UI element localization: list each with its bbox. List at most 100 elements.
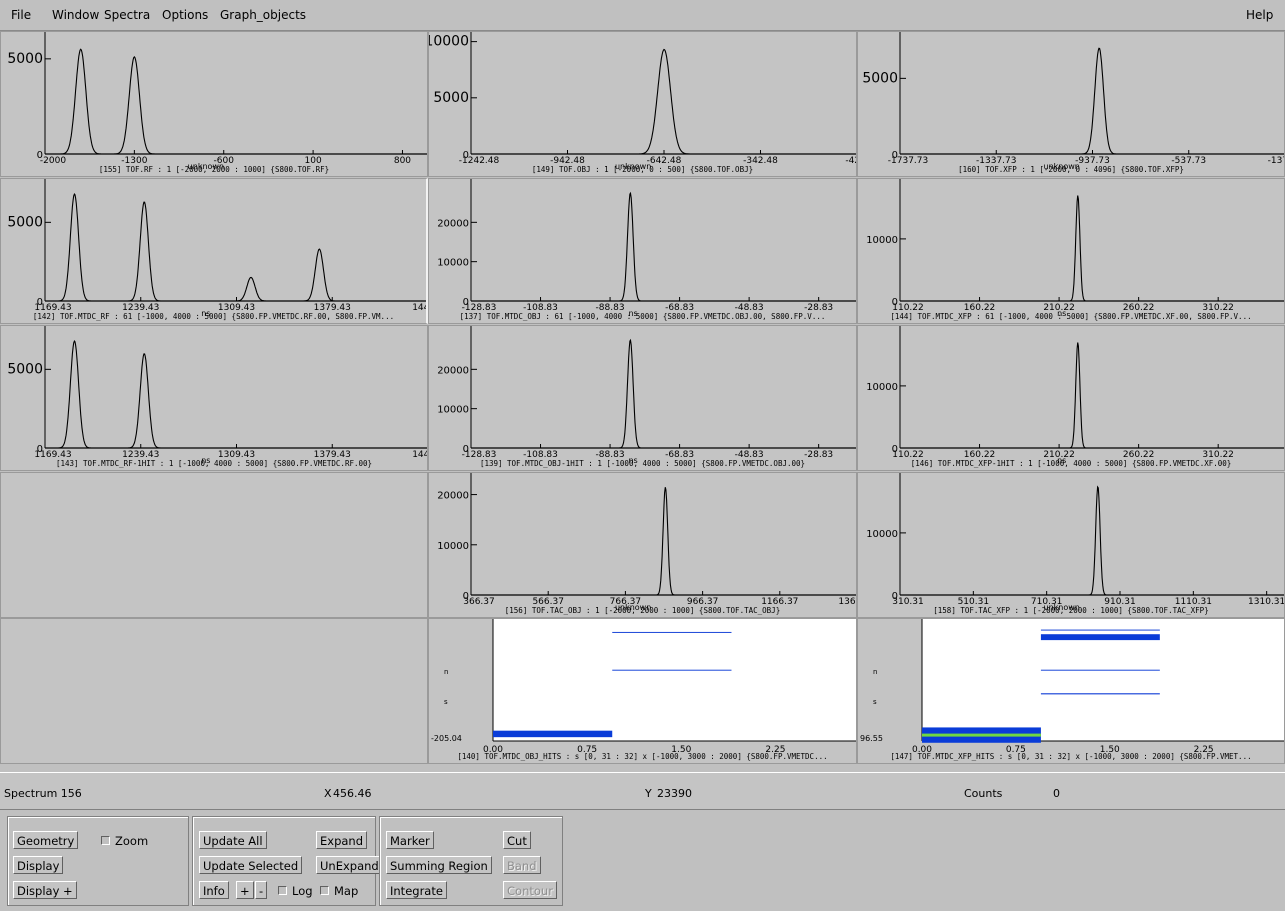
info-button[interactable]: Info [199,881,229,899]
spectrum-pane-p155[interactable]: 0 5000 -2000 -1300 -600 100 800 unknown [155] TO… [0,31,428,177]
geometry-button[interactable]: Geometry [13,831,79,849]
spectrum-plot: 010000310.31 510.31 710.31 910.31 1110.31 131… [866,473,1284,612]
y-axis-label: n [873,668,877,676]
contour-button[interactable]: Contour [503,881,557,899]
hits-band [1040,629,1160,631]
spectrum-caption: [149] TOF.OBJ : 1 [-2000, 0 : 500] {S800… [531,165,754,174]
spectrum-pane-p147[interactable]: n s 96.55 0.00 0.75 1.50 2.25 [147] TOF.MTDC_XF… [857,618,1285,764]
x-value: 456.46 [333,787,372,800]
spectrum-plot: 050001169.431239.431309.431379.431449.4n… [7,326,427,465]
y-tick-label: 5000 [7,361,43,377]
hits-band [1040,669,1160,671]
y-tick-label: 10000 [866,382,898,393]
y-tick-label: 10000 [437,541,469,552]
display-plus-button[interactable]: Display + [13,881,77,899]
spectrum-caption: [146] TOF.MTDC_XFP-1HIT : 1 [-1000, 4000… [910,459,1232,468]
region-controls: Marker Cut Summing Region Band Integrate… [379,816,563,906]
update-selected-button[interactable]: Update Selected [199,856,303,874]
menu-window[interactable]: Window [52,8,99,22]
spectrum-number: Spectrum 156 [4,787,82,800]
y-tick-label: 5000 [7,51,43,67]
spectrum-caption: [156] TOF.TAC_OBJ : 1 [-2000, 2000 : 100… [504,606,781,615]
spectrum-pane-p139[interactable]: 0 10000 20000 -128.83 -108.83 -88.83 -68.83 -48… [428,325,857,471]
spectrum-pane-p146[interactable]: 0 10000 110.22 160.22 210.22 260.22 310.22 ns [1… [857,325,1285,471]
spectrum-pane-p143[interactable]: 050001169.431239.431309.431379.431449.4n… [0,325,428,471]
spectrum-pane-pEmpty2[interactable] [0,618,428,764]
spectrum-trace [45,193,426,302]
display-controls: Geometry Zoom Display Display + [7,816,189,906]
increase-button[interactable]: + [236,881,254,899]
spectrum-plot: 010000110.22 160.22 210.22 260.22 310.22ns [866,179,1284,318]
spectrum-caption: [144] TOF.MTDC_XFP : 61 [-1000, 4000 : 5… [890,312,1252,321]
hits-band [612,631,732,633]
spectrum-plot: 01000020000-128.83 -108.83 -88.83 -68.83 -48… [437,326,856,465]
counts-label: Counts [964,787,1003,800]
log-checkbox[interactable]: Log [278,884,313,898]
update-controls: Update All Expand Update Selected UnExpa… [192,816,383,906]
status-bar: Spectrum 156 X 456.46 Y 23390 Counts 0 [0,772,1285,810]
expand-button[interactable]: Expand [316,831,368,849]
spectrum-plot: 05000-2000 -1300 -600 100 800unknown [7,32,427,171]
y-axis-min: -205.04 [431,734,462,743]
unexpand-button[interactable]: UnExpand [316,856,383,874]
spectrum-trace [471,338,856,449]
y-tick-label: 10000 [429,34,469,50]
spectrum-pane-p137[interactable]: 0 10000 20000 -128.83 -108.83 -88.83 -68.83 -48… [428,178,857,324]
spectrum-trace [900,195,1284,302]
cut-button[interactable]: Cut [503,831,531,849]
spectrum-trace [900,47,1284,155]
spectrum-plot: 010000110.22 160.22 210.22 260.22 310.22ns [866,326,1284,465]
y-axis-label: s [444,698,448,706]
y-axis-label: n [444,668,448,676]
spectrum-caption: [137] TOF.MTDC_OBJ : 61 [-1000, 4000 : 5… [459,312,826,321]
marker-button[interactable]: Marker [386,831,434,849]
zoom-checkbox[interactable]: Zoom [101,834,148,848]
y-tick-label: 5000 [862,70,898,86]
log-checkbox-box [278,886,287,895]
spectrum-trace [900,485,1284,596]
menu-help[interactable]: Help [1246,8,1273,22]
spectrum-pane-p156[interactable]: 0 10000 20000 366.37 566.37 766.37 966.37 1166.… [428,472,857,618]
band-button[interactable]: Band [503,856,541,874]
y-label: Y [645,787,652,800]
spectrum-pane-p140[interactable]: n s -205.04 0.00 0.75 1.50 2.25 [140] TOF.MTDC_… [428,618,857,764]
spectrum-trace [45,340,427,449]
spectrum-pane-p158[interactable]: 0 10000 310.31 510.31 710.31 910.31 1110.31 131… [857,472,1285,618]
decrease-button[interactable]: - [255,881,268,899]
hits-band [493,730,613,738]
spectrum-trace [900,342,1284,449]
y-tick-label: 10000 [866,235,898,246]
spectrum-trace [471,487,856,596]
spectrum-trace [45,48,427,155]
menu-graph-objects[interactable]: Graph_objects [220,8,306,22]
spectrum-grid: 0 5000 -2000 -1300 -600 100 800 unknown [155] TO… [0,31,1285,764]
y-tick-label: 10000 [866,529,898,540]
counts-value: 0 [1053,787,1060,800]
spectrum-pane-p160[interactable]: 05000-1737.73-1337.73-937.73-537.73-137.… [857,31,1285,177]
y-axis-min: 96.55 [860,734,883,743]
menu-options[interactable]: Options [162,8,208,22]
spectrum-plot: 01000020000-128.83 -108.83 -88.83 -68.83 -48… [437,179,856,318]
integrate-button[interactable]: Integrate [386,881,447,899]
map-checkbox[interactable]: Map [320,884,358,898]
y-tick-label: 20000 [437,491,469,502]
zoom-checkbox-box [101,836,110,845]
spectrum-plot: 0500010000-1242.48-942.48-642.48-342.48-… [429,32,856,171]
summing-region-button[interactable]: Summing Region [386,856,492,874]
update-all-button[interactable]: Update All [199,831,267,849]
display-button[interactable]: Display [13,856,64,874]
spectrum-caption: [139] TOF.MTDC_OBJ-1HIT : 1 [-1000, 4000… [479,459,806,468]
y-tick-label: 5000 [433,90,469,106]
spectrum-pane-pEmpty1[interactable] [0,472,428,618]
spectrum-pane-p144[interactable]: 0 10000 110.22 160.22 210.22 260.22 310.22 ns [1… [857,178,1285,324]
spectrum-plot: 01000020000366.37 566.37 766.37 966.37 1166.… [437,473,856,612]
spectrum-pane-p142[interactable]: 050001169.431239.431309.431379.431449.4n… [0,178,428,324]
spectrum-caption: [160] TOF.XFP : 1 [-2000, 0 : 4096] {S80… [958,165,1184,174]
spectrum-pane-p149[interactable]: 0500010000-1242.48-942.48-642.48-342.48-… [428,31,857,177]
y-axis-label: s [873,698,877,706]
spectrum-caption: [140] TOF.MTDC_OBJ_HITS : s [0, 31 : 32]… [457,752,828,761]
menu-file[interactable]: File [11,8,31,22]
menu-spectra[interactable]: Spectra [104,8,150,22]
map-label: Map [334,884,359,898]
spectrum-caption: [142] TOF.MTDC_RF : 61 [-1000, 4000 : 50… [32,312,395,321]
